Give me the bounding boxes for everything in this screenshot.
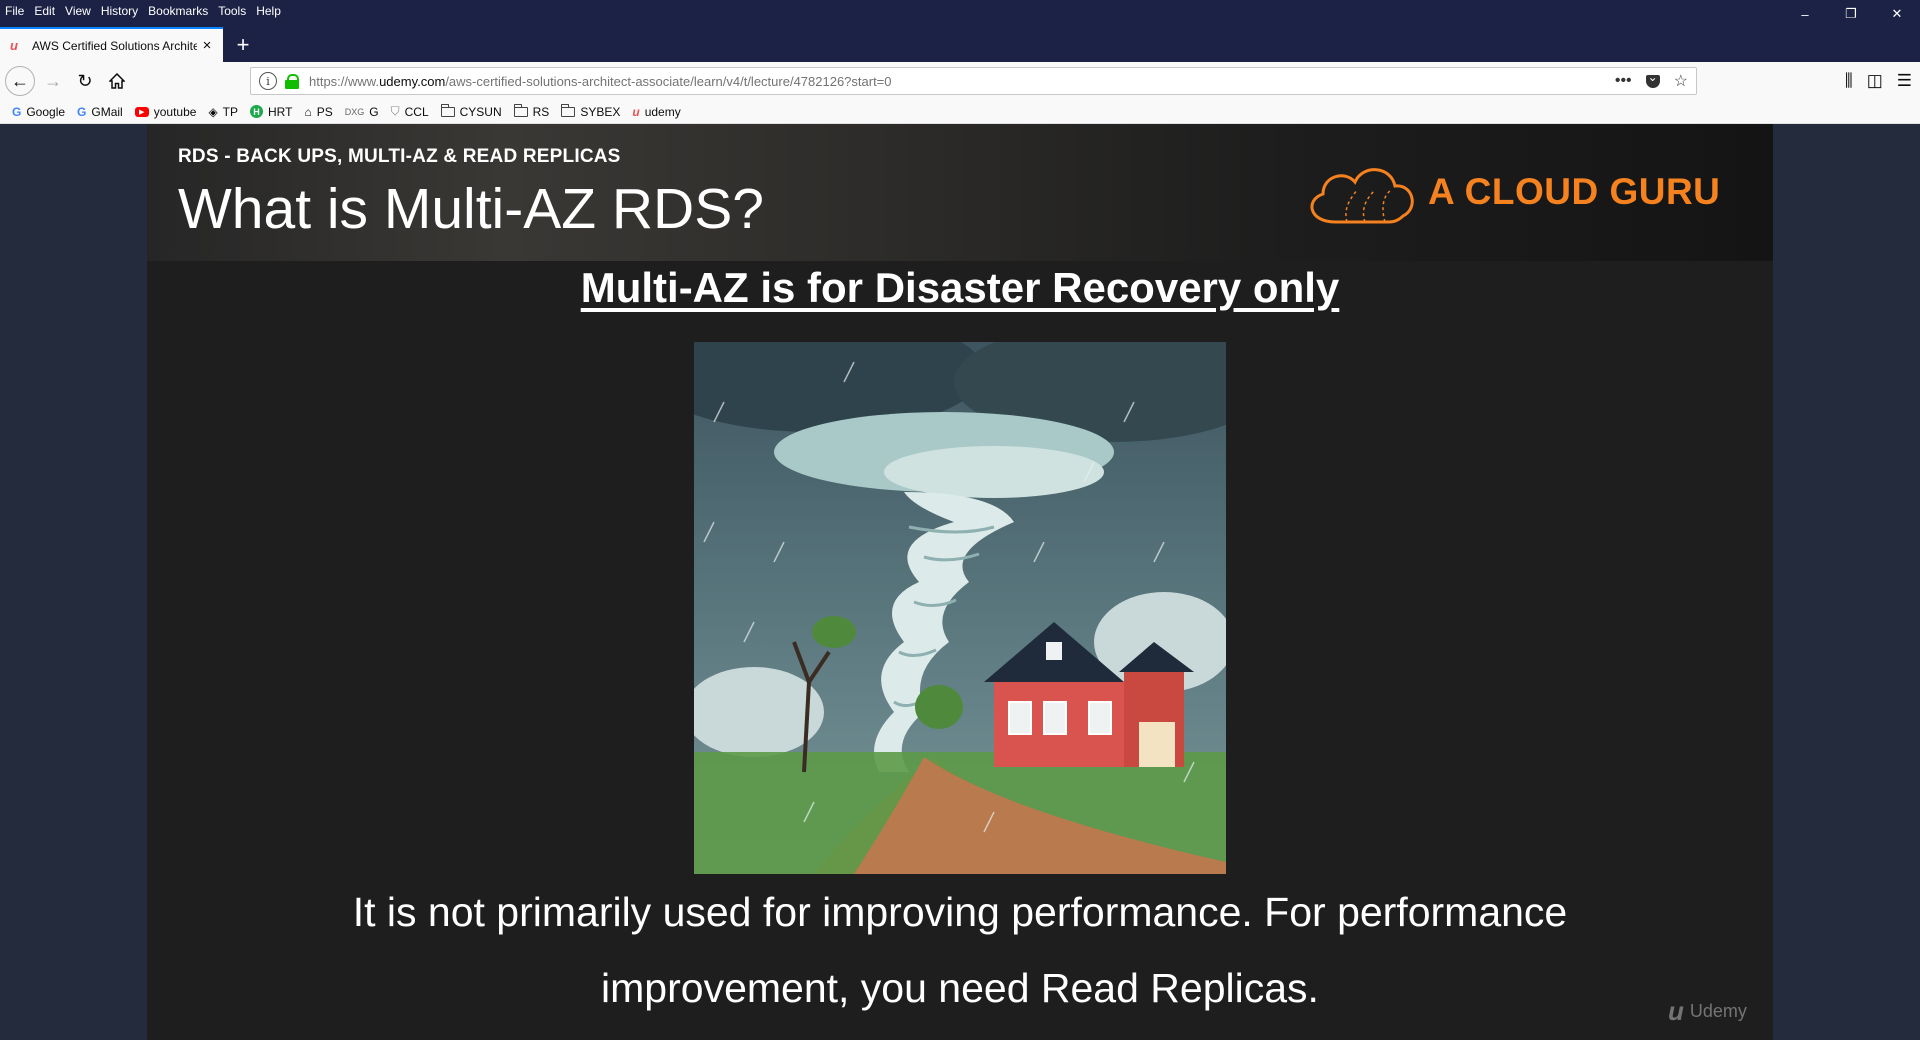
google-icon: G [77,104,87,119]
library-icon[interactable]: ⫼ [1845,71,1853,91]
bookmark-hrt[interactable]: H HRT [250,105,292,119]
bookmark-gmail[interactable]: G GMail [77,105,123,119]
section-label: RDS - BACK UPS, MULTI-AZ & READ REPLICAS [178,146,621,167]
url-bar[interactable]: i https://www.udemy.com/aws-certified-so… [250,67,1697,95]
folder-icon [513,103,528,117]
bookmark-g[interactable]: DXG G [345,105,379,119]
slide-subtitle: Multi-AZ is for Disaster Recovery only [580,264,1340,311]
home-icon [109,73,125,89]
udemy-icon: u [632,104,640,119]
caption-line-1: It is not primarily used for improving p… [352,889,1568,935]
bookmark-ps[interactable]: ⌂ PS [304,105,332,119]
lock-icon[interactable] [285,74,299,89]
url-text[interactable]: https://www.udemy.com/aws-certified-solu… [309,74,892,89]
bookmark-youtube[interactable]: ▶ youtube [134,105,196,119]
reload-icon: ↻ [77,70,93,91]
menu-history[interactable]: History [101,4,138,18]
bookmark-google[interactable]: G Google [12,105,65,119]
forward-button[interactable]: → [38,66,68,96]
menu-file[interactable]: File [5,4,24,18]
bookmark-cysun[interactable]: CYSUN [440,103,502,119]
hamburger-menu-icon[interactable]: ☰ [1897,71,1912,91]
caption-line-2: improvement, you need Read Replicas. [601,965,1319,1011]
bookmark-tp[interactable]: ◈ TP [208,105,238,119]
page-content: RDS - BACK UPS, MULTI-AZ & READ REPLICAS… [0,124,1920,1040]
back-button[interactable]: ← [5,66,35,96]
dxg-icon: DXG [344,106,365,117]
bookmark-sybex[interactable]: SYBEX [561,103,620,119]
page-actions-icon[interactable]: ••• [1615,72,1632,90]
sidebar-icon[interactable]: ◫ [1867,71,1883,91]
menu-edit[interactable]: Edit [34,4,55,18]
google-icon: G [12,104,22,119]
tp-icon: ◈ [208,104,218,119]
tab-strip: u AWS Certified Solutions Archite × + [0,21,1920,62]
lecture-video-slide[interactable]: RDS - BACK UPS, MULTI-AZ & READ REPLICAS… [147,124,1773,1040]
tab-active[interactable]: u AWS Certified Solutions Archite × [0,27,223,62]
new-tab-button[interactable]: + [230,27,256,62]
shield-icon: ⛉ [390,104,400,118]
arrow-right-icon: → [44,70,62,91]
menu-help[interactable]: Help [256,4,281,18]
menu-bookmarks[interactable]: Bookmarks [148,4,208,18]
pocket-icon[interactable] [1645,70,1660,88]
bookmark-rs[interactable]: RS [513,103,549,119]
arrow-left-icon: ← [11,70,29,91]
tab-title: AWS Certified Solutions Archite [32,38,197,53]
close-tab-icon[interactable]: × [197,37,217,54]
navigation-bar: ← → ↻ i https://www.udemy.com/aws-certif… [0,62,1920,100]
slide-caption: It is not primarily used for improving p… [227,874,1693,1026]
udemy-icon: u [1668,996,1684,1026]
bookmark-ccl[interactable]: ⛉ CCL [391,104,429,119]
reload-button[interactable]: ↻ [70,66,100,96]
info-icon[interactable]: i [259,72,277,90]
menu-bar: File Edit View History Bookmarks Tools H… [0,0,1920,22]
menu-tools[interactable]: Tools [218,4,246,18]
folder-icon [561,103,576,117]
brand-name: A CLOUD GURU [1428,171,1721,212]
ps-icon: ⌂ [304,104,312,119]
hackerrank-icon: H [250,105,264,118]
bookmarks-toolbar: G Google G GMail ▶ youtube ◈ TP H HRT ⌂ PS DXG… [0,100,1920,124]
home-button[interactable] [102,66,132,96]
menu-view[interactable]: View [65,4,91,18]
youtube-icon: ▶ [134,106,149,117]
tornado-illustration [694,342,1226,874]
star-icon[interactable]: ☆ [1674,71,1688,91]
udemy-watermark: u Udemy [1668,996,1747,1026]
slide-title: What is Multi-AZ RDS? [178,177,764,241]
folder-icon [440,103,455,117]
udemy-icon: u [10,38,18,53]
bookmark-udemy[interactable]: u udemy [632,105,680,119]
